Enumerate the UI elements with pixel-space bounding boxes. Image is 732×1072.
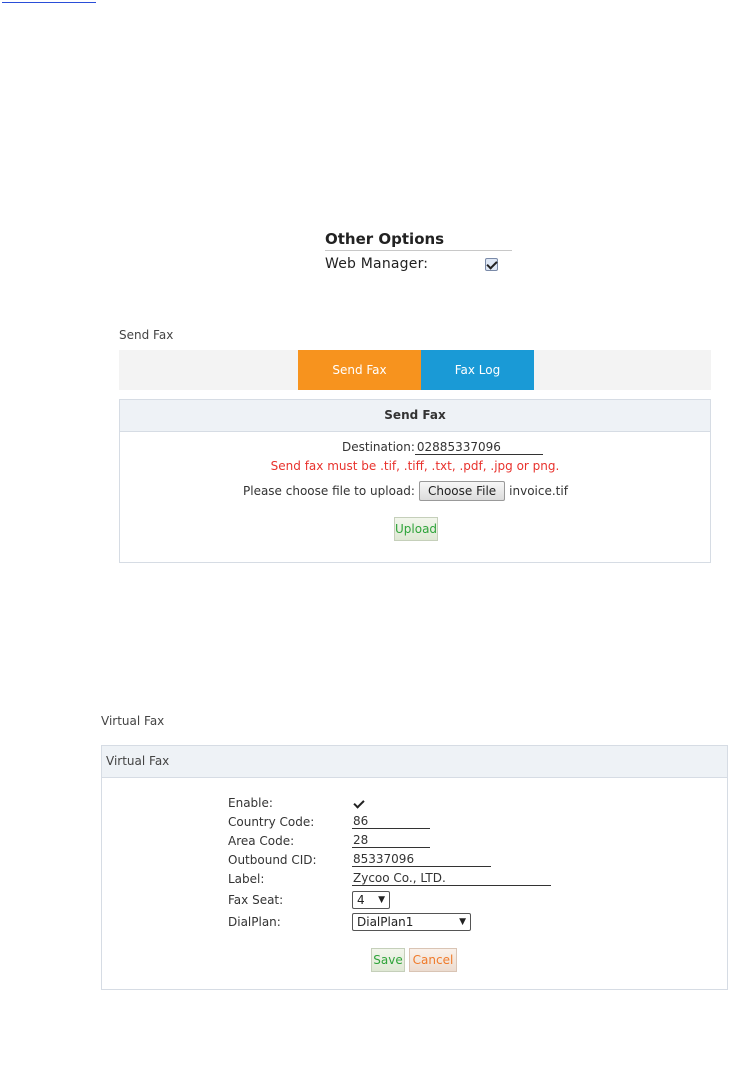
tab-fax-log[interactable]: Fax Log bbox=[421, 350, 534, 390]
chevron-down-icon: ▼ bbox=[459, 917, 466, 927]
label-label: Label: bbox=[228, 872, 265, 886]
other-options-section: Other Options Web Manager: bbox=[325, 230, 515, 272]
enable-checkbox[interactable] bbox=[352, 797, 365, 810]
send-fax-tab-bar: Send Fax Fax Log bbox=[119, 350, 711, 390]
area-code-row: Area Code: 28 bbox=[228, 832, 430, 848]
destination-input[interactable]: 02885337096 bbox=[414, 440, 543, 455]
enable-label: Enable: bbox=[228, 796, 273, 810]
outbound-cid-input[interactable]: 85337096 bbox=[352, 852, 491, 867]
upload-row: Please choose file to upload: Choose Fil… bbox=[243, 481, 568, 501]
dialplan-value: DialPlan1 bbox=[357, 915, 414, 929]
label-input[interactable]: Zycoo Co., LTD. bbox=[352, 871, 551, 886]
virtual-fax-section-title: Virtual Fax bbox=[101, 714, 165, 728]
country-code-row: Country Code: 86 bbox=[228, 813, 430, 829]
web-manager-checkbox[interactable] bbox=[485, 257, 498, 271]
send-fax-panel-header: Send Fax bbox=[120, 400, 710, 432]
selected-file-name: invoice.tif bbox=[509, 484, 568, 498]
fax-seat-value: 4 bbox=[357, 893, 365, 907]
chevron-down-icon: ▼ bbox=[378, 895, 385, 905]
web-manager-label: Web Manager: bbox=[325, 256, 429, 272]
fax-seat-select[interactable]: 4 ▼ bbox=[352, 891, 390, 909]
dialplan-select[interactable]: DialPlan1 ▼ bbox=[352, 913, 471, 931]
cancel-button[interactable]: Cancel bbox=[409, 948, 457, 972]
fax-seat-row: Fax Seat: 4 ▼ bbox=[228, 891, 390, 909]
destination-row: Destination: 02885337096 bbox=[342, 440, 543, 455]
virtual-fax-panel-title: Virtual Fax bbox=[106, 754, 170, 768]
country-code-input[interactable]: 86 bbox=[352, 814, 430, 829]
top-link-underline[interactable] bbox=[0, 0, 96, 4]
outbound-cid-label: Outbound CID: bbox=[228, 853, 317, 867]
virtual-fax-panel-header: Virtual Fax bbox=[102, 746, 727, 778]
dialplan-label: DialPlan: bbox=[228, 915, 281, 929]
virtual-fax-panel: Virtual Fax Enable: Country Code: 86 Are… bbox=[101, 745, 728, 990]
send-fax-section-title: Send Fax bbox=[119, 328, 174, 342]
choose-file-button[interactable]: Choose File bbox=[418, 481, 506, 501]
label-row: Label: Zycoo Co., LTD. bbox=[228, 870, 551, 886]
other-options-title: Other Options bbox=[325, 230, 512, 251]
country-code-label: Country Code: bbox=[228, 815, 315, 829]
file-type-warning: Send fax must be .tif, .tiff, .txt, .pdf… bbox=[270, 459, 560, 473]
upload-button[interactable]: Upload bbox=[394, 517, 438, 541]
area-code-label: Area Code: bbox=[228, 834, 295, 848]
destination-label: Destination: bbox=[342, 440, 415, 454]
send-fax-panel-title: Send Fax bbox=[384, 408, 446, 422]
dialplan-row: DialPlan: DialPlan1 ▼ bbox=[228, 913, 471, 931]
upload-label: Please choose file to upload: bbox=[243, 484, 415, 498]
send-fax-panel: Send Fax Destination: 02885337096 Send fa… bbox=[119, 399, 711, 563]
tab-send-fax[interactable]: Send Fax bbox=[298, 350, 421, 390]
area-code-input[interactable]: 28 bbox=[352, 833, 430, 848]
web-manager-row: Web Manager: bbox=[325, 256, 515, 272]
save-button[interactable]: Save bbox=[371, 948, 405, 972]
fax-seat-label: Fax Seat: bbox=[228, 893, 284, 907]
enable-row: Enable: bbox=[228, 794, 365, 810]
outbound-cid-row: Outbound CID: 85337096 bbox=[228, 851, 491, 867]
